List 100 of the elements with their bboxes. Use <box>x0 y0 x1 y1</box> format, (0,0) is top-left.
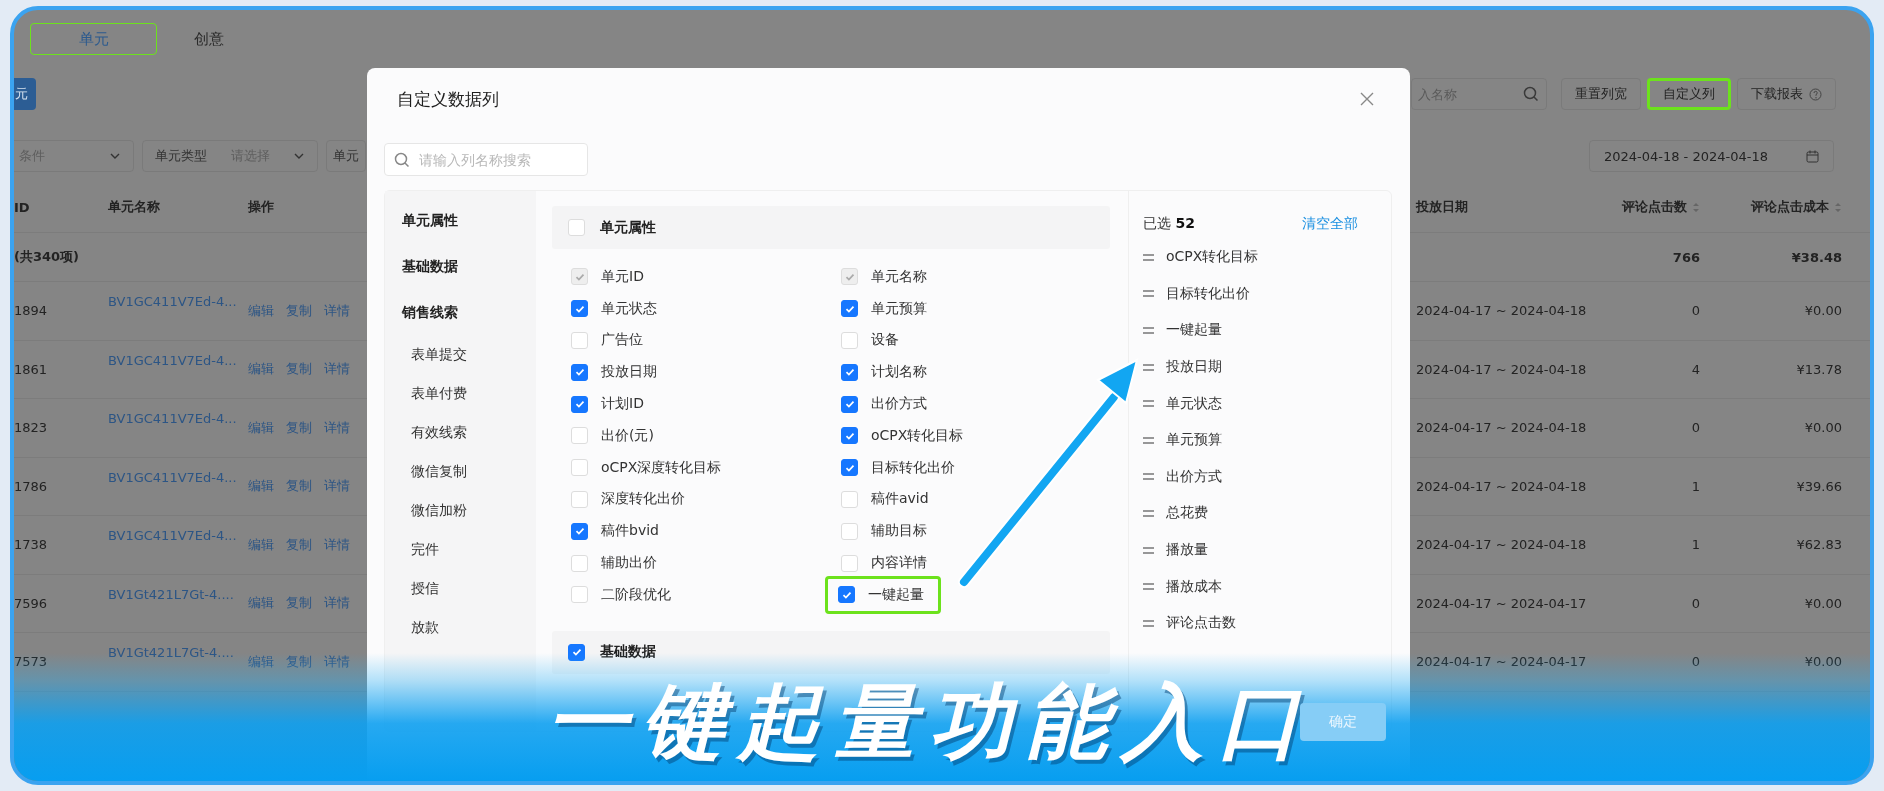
search-icon[interactable] <box>1523 86 1539 102</box>
table-cell-text: 1786 <box>14 478 49 494</box>
table-cell: 1 <box>1691 478 1700 494</box>
selected-column: 投放日期 <box>1166 358 1222 377</box>
table-cell: 0 <box>1691 303 1700 319</box>
table-cell-text: 1861 <box>14 361 49 377</box>
column-option[interactable]: 计划ID <box>564 391 651 418</box>
checkbox[interactable] <box>571 300 588 318</box>
filter-select[interactable]: 单元 <box>326 140 366 172</box>
table-cell-text: 1894 <box>14 303 49 319</box>
drag-handle-icon[interactable] <box>1143 251 1154 263</box>
create-button[interactable]: 元 <box>14 78 36 110</box>
subcategory-item[interactable]: 微信复制 <box>385 452 467 491</box>
search-icon <box>394 152 410 168</box>
column-option[interactable]: 广告位 <box>564 327 650 354</box>
checkbox[interactable] <box>568 643 585 661</box>
calendar-icon <box>1806 149 1819 163</box>
selected-column: oCPX转化目标 <box>1166 248 1259 267</box>
checkbox[interactable] <box>841 427 858 445</box>
table-cell: 1 <box>1691 537 1700 553</box>
subcategory-item[interactable]: 表单付费 <box>385 374 467 413</box>
summary-label: (共340项) <box>14 248 81 266</box>
column-option[interactable]: oCPX深度转化目标 <box>564 454 729 481</box>
selected-column: 单元状态 <box>1166 394 1222 413</box>
column-header: 单元名称 <box>108 198 161 216</box>
group-title: 基础数据 <box>600 643 656 662</box>
category-item[interactable]: 单元属性 <box>385 197 458 243</box>
table-cell: ¥38.48 <box>1791 249 1842 265</box>
table-cell-text: 1823 <box>14 420 49 436</box>
drag-handle-icon[interactable] <box>1143 471 1154 483</box>
table-cell: ¥0.00 <box>1804 654 1842 670</box>
table-cell: 0 <box>1691 595 1700 611</box>
column-option[interactable]: 辅助目标 <box>834 518 934 545</box>
selected-column: 总花费 <box>1166 504 1208 523</box>
subcategory-item[interactable]: 有效线索 <box>385 413 467 452</box>
subcategory-item[interactable]: 授信 <box>385 569 439 608</box>
column-option[interactable]: 投放日期 <box>564 359 664 386</box>
column-header: 操作 <box>248 198 275 216</box>
date-range-field[interactable]: 2024-04-18 - 2024-04-18 <box>1588 140 1834 172</box>
column-option[interactable]: 出价(元) <box>564 422 661 449</box>
column-option[interactable]: 目标转化出价 <box>834 454 962 481</box>
table-cell-text: 2024-04-17 ~ 2024-04-18 <box>1416 303 1588 319</box>
toolbar-button[interactable]: 下载报表 <box>1737 78 1836 110</box>
column-option[interactable]: 计划名称 <box>834 359 934 386</box>
drag-handle-icon[interactable] <box>1143 398 1154 410</box>
column-option[interactable]: 设备 <box>834 327 906 354</box>
column-option[interactable]: 稿件bvid <box>564 518 666 545</box>
close-icon[interactable] <box>1360 92 1374 106</box>
selected-count: 已选 52 <box>1143 215 1195 233</box>
drag-handle-icon[interactable] <box>1143 617 1154 629</box>
drag-handle-icon[interactable] <box>1143 581 1154 593</box>
sort-icon[interactable] <box>1692 200 1700 214</box>
checkbox[interactable] <box>841 459 858 477</box>
drag-handle-icon[interactable] <box>1143 434 1154 446</box>
subcategory-item[interactable]: 微信加粉 <box>385 491 467 530</box>
column-option[interactable]: 一键起量 <box>825 575 941 614</box>
table-cell-text: 2024-04-17 ~ 2024-04-17 <box>1416 595 1588 611</box>
help-icon[interactable] <box>1809 87 1822 101</box>
drag-handle-icon[interactable] <box>1143 544 1154 556</box>
drag-handle-icon[interactable] <box>1143 361 1154 373</box>
column-option[interactable]: 深度转化出价 <box>564 486 692 513</box>
table-cell-text: 2024-04-17 ~ 2024-04-17 <box>1416 654 1588 670</box>
column-option[interactable]: 单元预算 <box>834 295 934 322</box>
column-option[interactable]: 内容详情 <box>834 550 934 577</box>
subcategory-item[interactable]: 完件 <box>385 530 439 569</box>
category-item[interactable]: 基础数据 <box>385 243 458 289</box>
checkbox[interactable] <box>838 586 855 604</box>
drag-handle-icon[interactable] <box>1143 325 1154 336</box>
table-cell-text: 2024-04-17 ~ 2024-04-18 <box>1416 478 1588 494</box>
table-cell: ¥39.66 <box>1796 478 1842 494</box>
column-option[interactable]: oCPX转化目标 <box>834 422 971 449</box>
table-cell: ¥13.78 <box>1796 361 1842 377</box>
drag-handle-icon[interactable] <box>1143 507 1154 519</box>
subcategory-item[interactable]: 表单提交 <box>385 335 467 374</box>
selected-column: 评论点击数 <box>1166 614 1236 633</box>
column-header: 评论点击数 <box>1622 198 1700 216</box>
drag-handle-icon[interactable] <box>1143 288 1154 300</box>
sort-icon[interactable] <box>1834 200 1842 214</box>
table-cell-text: 7573 <box>14 654 49 670</box>
tab[interactable]: 创意 <box>181 15 237 63</box>
table-cell: 766 <box>1672 249 1700 265</box>
table-cell: ¥0.00 <box>1804 595 1842 611</box>
category-item[interactable]: 销售线索 <box>385 289 458 335</box>
toolbar-button[interactable]: 自定义列 <box>1647 78 1731 110</box>
column-option[interactable]: 单元状态 <box>564 295 664 322</box>
column-option[interactable]: 出价方式 <box>834 391 934 418</box>
table-cell: 4 <box>1691 361 1700 377</box>
column-header: ID <box>14 199 31 215</box>
subcategory-item[interactable]: 放款 <box>385 608 439 647</box>
column-option[interactable]: 二阶段优化 <box>564 581 678 608</box>
clear-all-link[interactable]: 清空全部 <box>1302 215 1358 233</box>
table-cell-text: 7596 <box>14 595 49 611</box>
toolbar-button[interactable]: 重置列宽 <box>1561 78 1641 110</box>
checkbox[interactable] <box>841 300 858 318</box>
selected-column: 出价方式 <box>1166 467 1222 486</box>
selected-column: 播放成本 <box>1166 577 1222 596</box>
column-option[interactable]: 稿件avid <box>834 486 936 513</box>
table-cell-text: 2024-04-17 ~ 2024-04-18 <box>1416 361 1588 377</box>
group-title: 单元属性 <box>600 218 656 237</box>
column-option[interactable]: 辅助出价 <box>564 550 664 577</box>
